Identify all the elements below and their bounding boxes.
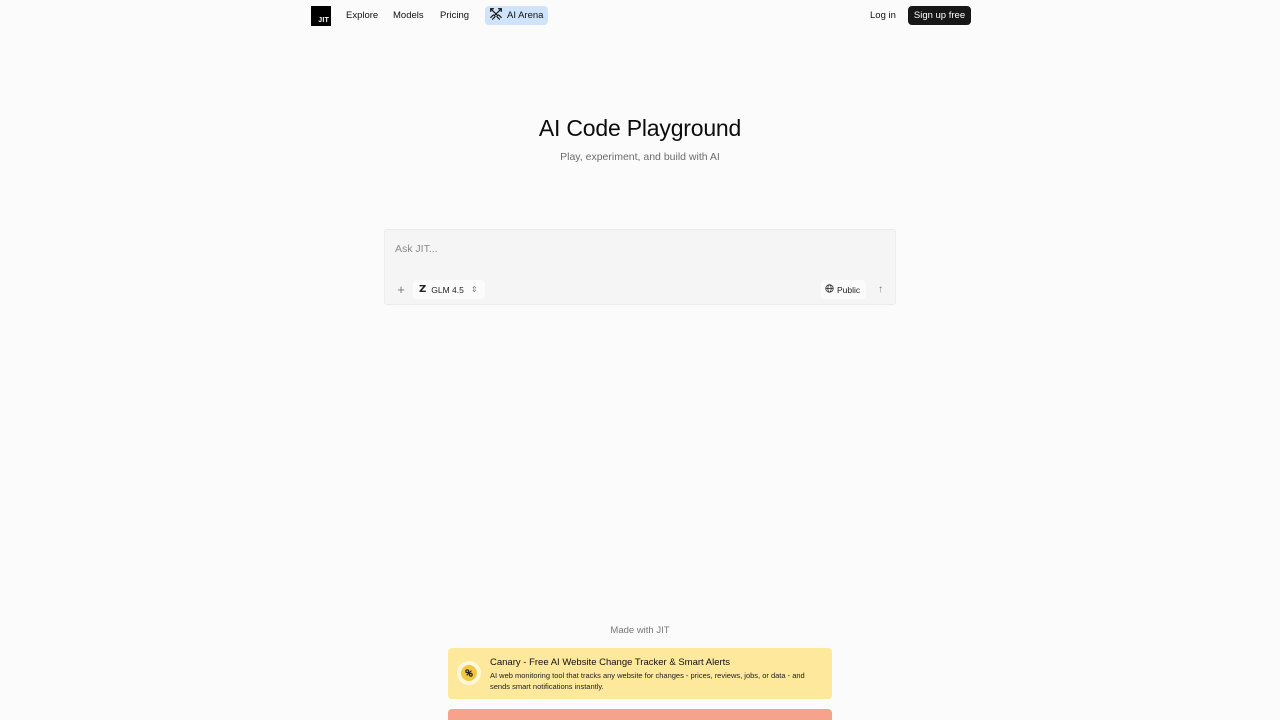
promo-title: Canary - Free AI Website Change Tracker … [490,657,731,668]
promo-card-secondary[interactable] [448,709,832,720]
made-with-label: Made with JIT [610,625,670,636]
nav-pricing[interactable]: Pricing [440,10,469,21]
signup-button[interactable]: Sign up free [908,6,971,25]
page-subtitle: Play, experiment, and build with AI [560,151,720,163]
model-label: GLM 4.5 [431,284,464,295]
send-button[interactable]: ↑ [873,282,888,297]
arrow-up-icon: ↑ [878,284,883,295]
crossed-swords-icon [489,7,503,24]
canary-logo-icon [457,661,481,685]
page: JIT Explore Models Pricing AI Arena Log … [0,0,1280,720]
promo-card-canary[interactable]: Canary - Free AI Website Change Tracker … [448,648,832,699]
chevron-up-down-icon: ⇕ [470,285,478,294]
nav-models[interactable]: Models [393,10,424,21]
page-title: AI Code Playground [538,115,742,141]
nav-ai-arena-label: AI Arena [507,10,544,21]
prompt-input[interactable] [395,243,885,263]
plus-icon: + [397,281,405,297]
visibility-label: Public [837,284,861,295]
signup-button-label: Sign up free [913,10,966,21]
login-link[interactable]: Log in [870,10,896,21]
nav-ai-arena[interactable]: AI Arena [485,6,548,25]
visibility-toggle[interactable]: Public [821,280,866,299]
top-nav: JIT Explore Models Pricing AI Arena Log … [0,0,1280,32]
zhipu-logo-icon: Z [419,284,427,295]
nav-explore[interactable]: Explore [346,10,378,21]
promo-description: AI web monitoring tool that tracks any w… [490,671,805,691]
model-selector[interactable]: Z GLM 4.5 ⇕ [413,280,485,299]
globe-icon [825,284,834,295]
attach-button[interactable]: + [394,281,408,297]
logo-text: JIT [318,17,329,24]
jit-logo[interactable]: JIT [311,6,331,26]
